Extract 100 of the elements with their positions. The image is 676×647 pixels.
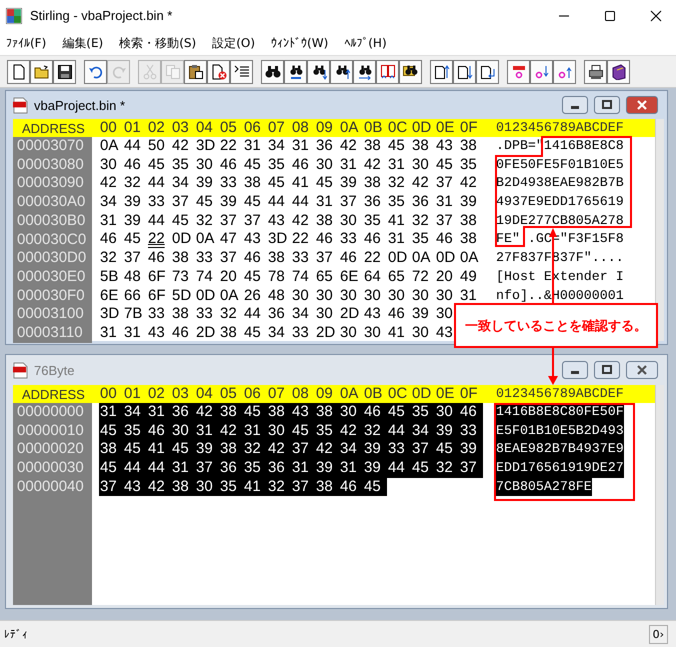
hex-byte: 45: [99, 459, 118, 478]
hex-byte: 20: [435, 268, 454, 286]
hex-byte: 30: [267, 422, 286, 440]
address-cell-text: 00003090: [16, 174, 85, 194]
hex-byte: 36: [171, 403, 190, 422]
ascii-text: EDD176561919DE27: [496, 459, 624, 478]
column-header: 0E: [435, 384, 456, 404]
toolbar-button[interactable]: [607, 60, 630, 84]
hex-byte: 64: [363, 268, 382, 286]
hex-byte: 46: [123, 156, 142, 174]
column-header: 02: [147, 384, 166, 404]
hex-byte: 46: [291, 156, 310, 174]
menu-item[interactable]: ｳｨﾝﾄﾞｳ(W): [271, 36, 328, 50]
hex-byte: 26: [243, 286, 262, 306]
file-icon: [13, 362, 28, 378]
hex-byte: 0D: [171, 230, 192, 250]
address-cell-text: 000030C0: [16, 230, 88, 250]
hex-byte: 30: [315, 286, 334, 306]
hex-byte: 0D: [435, 249, 456, 268]
hex-byte: 0A: [219, 286, 240, 306]
toolbar-button[interactable]: [7, 60, 30, 84]
hex-byte: 0D: [195, 286, 216, 306]
hex-byte: 45: [387, 137, 406, 156]
close-icon[interactable]: [650, 10, 662, 22]
hex-byte: 30: [411, 286, 430, 306]
hex-byte: 5B: [99, 268, 120, 286]
toolbar-button[interactable]: [307, 60, 330, 84]
hex-byte: 38: [315, 403, 334, 422]
toolbar-button[interactable]: [476, 60, 499, 84]
hex-byte: 38: [459, 212, 478, 230]
hex-byte: 47: [219, 230, 238, 250]
address-cell-text: 00000030: [16, 459, 85, 478]
toolbar-button[interactable]: [330, 60, 353, 84]
hex-byte: 45: [243, 193, 262, 212]
minimize-icon[interactable]: [562, 361, 588, 379]
hex-byte: 31: [99, 403, 118, 422]
hex-byte: 38: [315, 478, 334, 496]
hex-byte: 46: [339, 478, 358, 496]
hex-byte: 36: [315, 137, 334, 156]
hex-byte: 38: [459, 137, 478, 156]
toolbar-button[interactable]: [230, 60, 253, 84]
document-title: vbaProject.bin *: [34, 98, 126, 112]
hex-byte: 22: [291, 230, 310, 250]
hex-byte: 0A: [195, 230, 216, 250]
column-header: ADDRESS: [21, 386, 86, 402]
ascii-text: 8EAE982B7B4937E9: [496, 440, 624, 460]
toolbar-button[interactable]: [207, 60, 230, 84]
toolbar-button[interactable]: [30, 60, 53, 84]
hex-byte: 31: [315, 193, 334, 212]
hex-byte: 32: [123, 174, 142, 194]
menu-item[interactable]: 検索・移動(S): [119, 34, 196, 52]
hex-byte: 38: [459, 230, 478, 250]
hex-byte: 45: [267, 174, 286, 194]
column-header: 0F: [459, 118, 479, 138]
toolbar-button[interactable]: [453, 60, 476, 84]
restore-icon[interactable]: [594, 96, 620, 114]
redo-arrow-icon: [110, 64, 126, 80]
toolbar-button[interactable]: [261, 60, 284, 84]
restore-icon[interactable]: [594, 361, 620, 379]
hex-byte: 45: [435, 156, 454, 174]
menu-item[interactable]: 設定(O): [212, 34, 256, 52]
hex-byte: 36: [267, 459, 286, 478]
hex-byte: 32: [243, 440, 262, 460]
toolbar-button[interactable]: [184, 60, 207, 84]
hex-byte: 35: [123, 422, 142, 440]
ascii-text: 0FE50FE5F01B10E5: [496, 156, 624, 174]
address-cell-text: 00003100: [16, 305, 85, 324]
minimize-icon[interactable]: [562, 96, 588, 114]
menu-item[interactable]: 編集(E): [62, 34, 104, 52]
menu-item[interactable]: ﾌｧｲﾙ(F): [6, 36, 46, 50]
hex-byte: 36: [411, 193, 430, 212]
address-cell-text: 000030F0: [16, 286, 86, 306]
hex-byte: 5D: [171, 286, 192, 306]
toolbar-button[interactable]: [284, 60, 307, 84]
hex-byte: 46: [387, 305, 406, 324]
maximize-icon[interactable]: [604, 10, 616, 22]
toolbar-button[interactable]: [584, 60, 607, 84]
clipboard-icon: [188, 64, 204, 80]
address-cell-text: 00000040: [16, 478, 85, 497]
hex-byte: 45: [411, 459, 430, 478]
hex-byte: 35: [267, 156, 286, 174]
hex-byte: 39: [459, 440, 478, 460]
hex-byte: 37: [123, 249, 142, 268]
hex-byte: 3D: [267, 230, 288, 250]
toolbar-button[interactable]: [353, 60, 376, 84]
hex-byte: 45: [99, 422, 118, 440]
hex-byte: 38: [171, 478, 190, 496]
hex-byte: 74: [291, 268, 310, 286]
hex-byte: 43: [267, 212, 286, 230]
hex-byte: 6E: [99, 286, 120, 306]
toolbar-button[interactable]: [399, 60, 422, 84]
column-header: 0D: [411, 118, 432, 138]
toolbar-button[interactable]: [430, 60, 453, 84]
page-delete-icon: [210, 64, 226, 80]
menu-item[interactable]: ﾍﾙﾌﾟ(H): [344, 36, 387, 50]
hex-byte: 39: [195, 440, 214, 460]
hex-byte: 36: [219, 459, 238, 478]
hex-byte: 42: [363, 156, 382, 174]
toolbar-button[interactable]: [53, 60, 76, 84]
window-title: Stirling - vbaProject.bin *: [30, 8, 172, 23]
